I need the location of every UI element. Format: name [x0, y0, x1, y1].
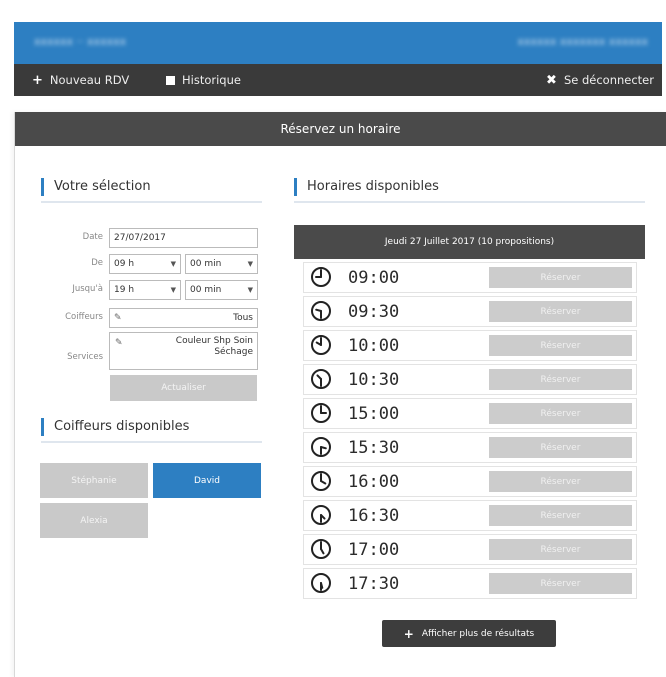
time-slot: 10:00 Réserver — [303, 330, 637, 361]
pencil-icon: ✎ — [115, 338, 123, 348]
hairdresser-value: Tous — [233, 313, 253, 323]
clock-icon — [311, 301, 331, 321]
slot-time: 10:30 — [348, 370, 400, 390]
new-rdv-label: Nouveau RDV — [49, 73, 130, 87]
clock-icon — [311, 539, 331, 559]
plus-icon: + — [32, 72, 43, 88]
slot-time: 17:30 — [348, 574, 400, 594]
slot-time: 09:30 — [348, 302, 400, 322]
clock-icon — [311, 471, 331, 491]
from-hour-value: 09 h — [114, 259, 135, 269]
slots-divider — [294, 201, 645, 203]
date-header: Jeudi 27 Juillet 2017 (10 propositions) — [294, 225, 645, 259]
hairdresser-label: Coiffeurs — [65, 312, 103, 322]
book-button[interactable]: Réserver — [489, 301, 632, 322]
brand-name: xxxxxx ·· xxxxxx — [34, 35, 127, 48]
services-field[interactable]: ✎ Couleur Shp Soin Séchage — [109, 332, 258, 370]
history-label: Historique — [182, 73, 241, 87]
pencil-icon: ✎ — [114, 313, 122, 323]
chevron-down-icon: ▼ — [247, 260, 253, 268]
clock-icon — [311, 369, 331, 389]
square-icon — [166, 75, 175, 85]
slot-time: 10:00 — [348, 336, 400, 356]
book-button[interactable]: Réserver — [489, 369, 632, 390]
date-label: Date — [82, 232, 103, 242]
stylists-divider — [41, 441, 262, 443]
update-button[interactable]: Actualiser — [110, 375, 257, 401]
chevron-down-icon: ▼ — [247, 286, 253, 294]
from-min-value: 00 min — [190, 259, 222, 269]
to-label: Jusqu'à — [72, 284, 103, 294]
slot-time: 16:30 — [348, 506, 400, 526]
close-icon: ✖ — [546, 72, 557, 88]
time-slot: 17:30 Réserver — [303, 568, 637, 599]
book-button[interactable]: Réserver — [489, 403, 632, 424]
from-hour-select[interactable]: 09 h ▼ — [109, 254, 181, 274]
slot-time: 09:00 — [348, 268, 400, 288]
slot-list: 09:00 Réserver 09:30 Réserver 10:00 Réserve… — [303, 262, 637, 602]
book-button[interactable]: Réserver — [489, 505, 632, 526]
time-slot: 10:30 Réserver — [303, 364, 637, 395]
from-label: De — [91, 258, 103, 268]
from-min-select[interactable]: 00 min ▼ — [185, 254, 258, 274]
time-slot: 15:30 Réserver — [303, 432, 637, 463]
time-slot: 17:00 Réserver — [303, 534, 637, 565]
time-slot: 09:00 Réserver — [303, 262, 637, 293]
services-line-1: Couleur Shp Soin — [175, 336, 253, 346]
to-min-select[interactable]: 00 min ▼ — [185, 280, 258, 300]
logout-link[interactable]: ✖ Se déconnecter — [546, 64, 654, 96]
clock-icon — [311, 437, 331, 457]
selection-divider — [41, 201, 262, 203]
time-slot: 16:00 Réserver — [303, 466, 637, 497]
slot-time: 15:00 — [348, 404, 400, 424]
book-button[interactable]: Réserver — [489, 437, 632, 458]
stylists-title: Coiffeurs disponibles — [41, 418, 189, 436]
panel-title: Réservez un horaire — [15, 112, 666, 146]
slot-time: 17:00 — [348, 540, 400, 560]
clock-icon — [311, 267, 331, 287]
time-slot: 15:00 Réserver — [303, 398, 637, 429]
stylist-button-david[interactable]: David — [153, 463, 261, 498]
logout-label: Se déconnecter — [563, 73, 654, 87]
chevron-down-icon: ▼ — [170, 286, 176, 294]
time-slot: 16:30 Réserver — [303, 500, 637, 531]
slot-time: 16:00 — [348, 472, 400, 492]
clock-icon — [311, 505, 331, 525]
stylist-button-alexia[interactable]: Alexia — [40, 503, 148, 538]
chevron-down-icon: ▼ — [170, 260, 176, 268]
to-hour-select[interactable]: 19 h ▼ — [109, 280, 181, 300]
top-bar: xxxxxx ·· xxxxxx xxxxxx xxxxxxx xxxxxx — [14, 22, 662, 64]
stylist-button-stephanie[interactable]: Stéphanie — [40, 463, 148, 498]
book-button[interactable]: Réserver — [489, 573, 632, 594]
date-field[interactable]: 27/07/2017 — [109, 228, 258, 248]
selection-title: Votre sélection — [41, 178, 151, 196]
book-button[interactable]: Réserver — [489, 539, 632, 560]
book-button[interactable]: Réserver — [489, 335, 632, 356]
booking-panel: Réservez un horaire Votre sélection Date… — [14, 112, 666, 677]
time-slot: 09:30 Réserver — [303, 296, 637, 327]
book-button[interactable]: Réserver — [489, 471, 632, 492]
book-button[interactable]: Réserver — [489, 267, 632, 288]
new-rdv-link[interactable]: + Nouveau RDV — [32, 64, 129, 96]
slots-title: Horaires disponibles — [294, 178, 439, 196]
clock-icon — [311, 335, 331, 355]
nav-bar: + Nouveau RDV Historique ✖ Se déconnecte… — [14, 64, 662, 96]
more-results-label: Afficher plus de résultats — [421, 628, 535, 639]
slot-time: 15:30 — [348, 438, 400, 458]
plus-icon: + — [403, 626, 414, 641]
user-name[interactable]: xxxxxx xxxxxxx xxxxxx — [517, 35, 648, 48]
to-min-value: 00 min — [190, 285, 222, 295]
more-results-button[interactable]: + Afficher plus de résultats — [382, 620, 556, 647]
to-hour-value: 19 h — [114, 285, 135, 295]
services-line-2: Séchage — [214, 347, 253, 357]
clock-icon — [311, 403, 331, 423]
hairdresser-field[interactable]: ✎ Tous — [109, 308, 258, 328]
clock-icon — [311, 573, 331, 593]
services-label: Services — [67, 352, 103, 362]
history-link[interactable]: Historique — [166, 64, 241, 96]
